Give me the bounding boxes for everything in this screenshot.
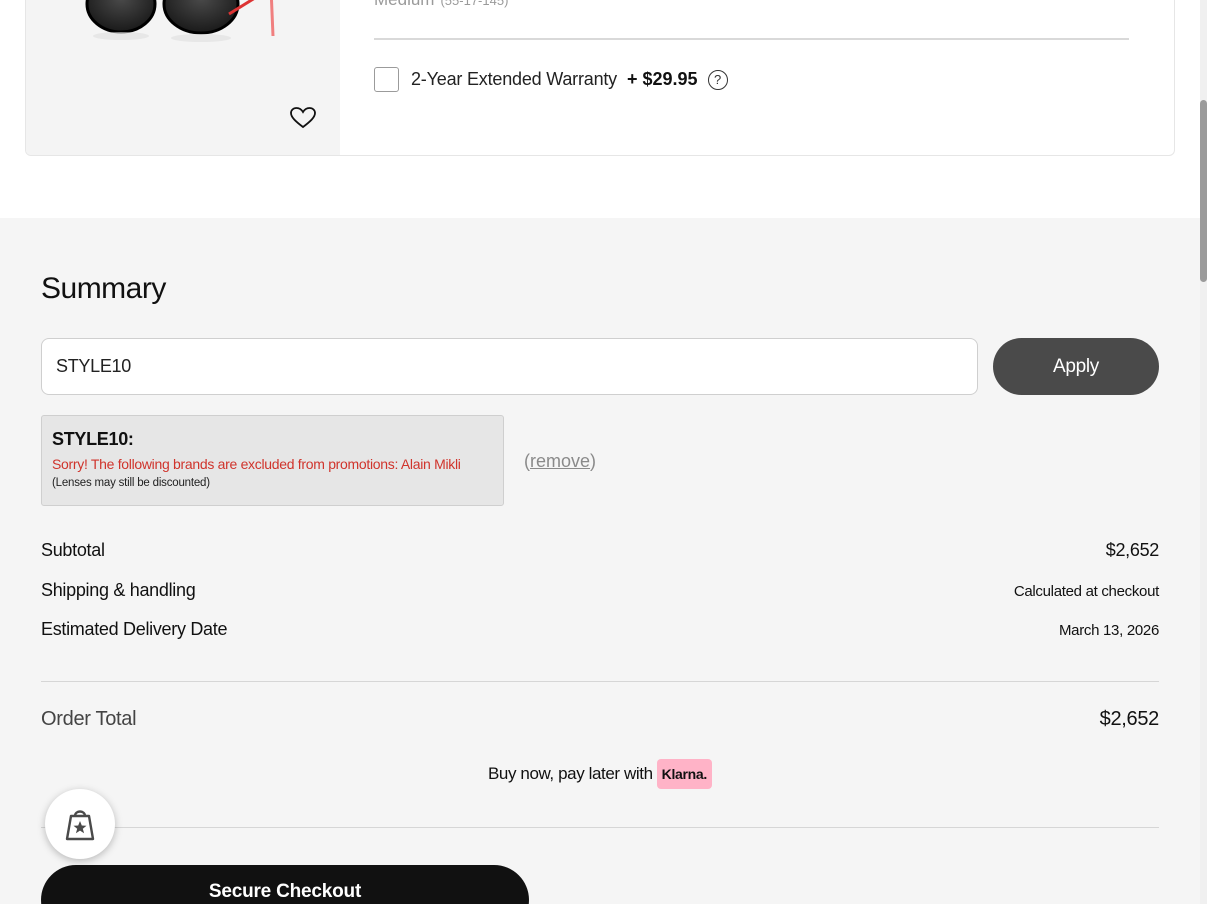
warranty-label: 2-Year Extended Warranty [411,69,617,89]
shopping-bag-star-icon [65,810,95,841]
promo-note: (Lenses may still be discounted) [52,477,210,489]
promo-error-box: STYLE10: Sorry! The following brands are… [41,415,504,506]
klarna-promo: Buy now, pay later with Klarna. [0,759,1200,789]
summary-divider-bottom [41,827,1159,828]
product-card: Medium (55-17-145) 2-Year Extended Warran… [25,0,1175,156]
shipping-value: Calculated at checkout [1013,583,1159,600]
promo-code-name: STYLE10: [52,429,134,449]
delivery-value: March 13, 2026 [1058,622,1159,639]
order-summary: Summary Apply STYLE10: Sorry! The follow… [0,218,1200,904]
remove-label: remove [530,451,591,471]
product-divider [374,38,1129,40]
wishlist-button[interactable] [288,105,318,131]
shipping-row: Shipping & handling Calculated at checko… [41,580,1159,601]
question-circle-icon[interactable]: ? [707,69,728,90]
frame-size-detail: (55-17-145) [440,0,509,8]
warranty-price: + $29.95 [626,69,698,89]
product-image-area [26,0,340,155]
klarna-text: Buy now, pay later with [487,764,653,783]
frame-size-label: Medium (55-17-145) [374,0,508,8]
remove-paren-close: ) [590,451,597,471]
order-total-value: $2,652 [1099,708,1160,730]
promo-error-message: Sorry! The following brands are excluded… [52,456,461,472]
shipping-label: Shipping & handling [41,580,196,600]
warranty-checkbox[interactable] [374,67,399,92]
promo-code-input[interactable] [41,338,978,395]
delivery-row: Estimated Delivery Date March 13, 2026 [41,619,1159,640]
remove-promo-link[interactable]: (remove) [524,451,596,472]
summary-divider [41,681,1159,682]
klarna-logo[interactable]: Klarna. [656,759,713,789]
subtotal-value: $2,652 [1105,540,1160,560]
delivery-label: Estimated Delivery Date [41,619,228,639]
heart-icon [290,107,316,129]
order-total-label: Order Total [41,708,137,730]
sunglasses-image [85,0,275,42]
order-total-row: Order Total $2,652 [41,708,1159,731]
subtotal-label: Subtotal [41,540,105,560]
apply-button[interactable]: Apply [993,338,1159,395]
warranty-option: 2-Year Extended Warranty + $29.95 ? [374,67,728,92]
secure-checkout-button[interactable]: Secure Checkout [41,865,529,904]
summary-title: Summary [41,272,166,305]
floating-rewards-button[interactable] [45,789,115,859]
scrollbar-thumb[interactable] [1200,100,1207,282]
frame-size-name: Medium [374,0,434,9]
subtotal-row: Subtotal $2,652 [41,540,1159,561]
